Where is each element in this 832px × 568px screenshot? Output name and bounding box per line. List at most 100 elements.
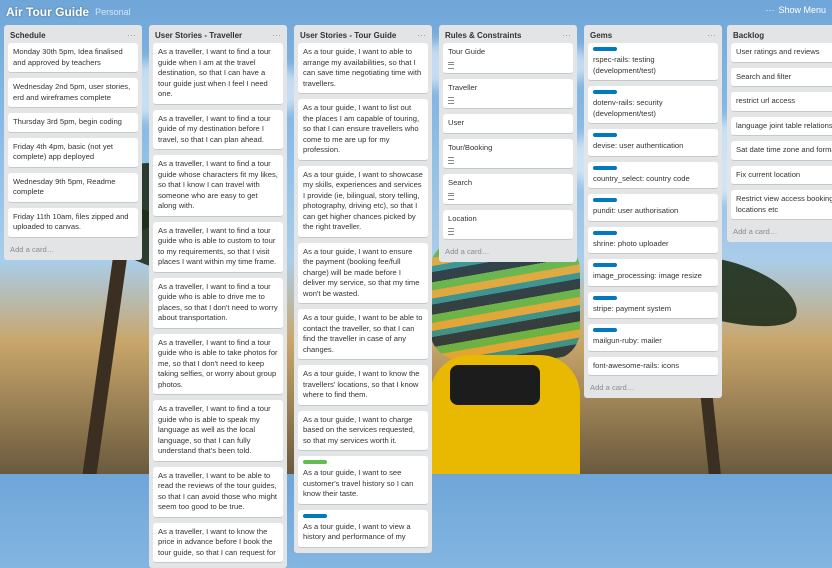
card[interactable]: As a traveller, I want to be able to rea… bbox=[153, 466, 283, 518]
card[interactable]: dotenv-rails: security (development/test… bbox=[588, 86, 718, 124]
add-card-button[interactable]: Add a card… bbox=[584, 381, 722, 398]
list-menu-icon[interactable]: ··· bbox=[272, 31, 281, 40]
add-card-button[interactable]: Add a card… bbox=[439, 245, 577, 262]
card[interactable]: pundit: user authorisation bbox=[588, 194, 718, 222]
add-card-button[interactable]: Add a card… bbox=[4, 243, 142, 260]
card[interactable]: language joint table relationship bbox=[731, 116, 832, 136]
list-title[interactable]: User Stories - Traveller bbox=[155, 31, 242, 40]
list-title[interactable]: User Stories - Tour Guide bbox=[300, 31, 396, 40]
card-title: font-awesome-rails: icons bbox=[593, 360, 680, 370]
card[interactable]: Friday 11th 10am, files zipped and uploa… bbox=[8, 207, 138, 238]
list-menu-icon[interactable]: ··· bbox=[417, 31, 426, 40]
card[interactable]: Search bbox=[443, 174, 573, 205]
card[interactable]: Location bbox=[443, 209, 573, 240]
card-title: country_select: country code bbox=[593, 173, 690, 183]
card[interactable]: As a tour guide, I want to showcase my s… bbox=[298, 165, 428, 238]
card[interactable]: As a tour guide, I want to see customer'… bbox=[298, 456, 428, 505]
card-title: Friday 4th 4pm, basic (not yet complete)… bbox=[13, 141, 114, 162]
card-title: Tour/Booking bbox=[448, 142, 493, 152]
description-icon bbox=[448, 97, 454, 104]
list-menu-icon[interactable]: ··· bbox=[707, 31, 716, 40]
list-header: User Stories - Traveller ··· bbox=[149, 25, 287, 43]
card[interactable]: Sat date time zone and format bbox=[731, 141, 832, 161]
list-2[interactable]: User Stories - Tour Guide ··· As a tour gu… bbox=[294, 25, 432, 553]
card[interactable]: stripe: payment system bbox=[588, 291, 718, 319]
card-title: stripe: payment system bbox=[593, 303, 672, 313]
list-5[interactable]: Backlog··· User ratings and reviews Search… bbox=[727, 25, 832, 242]
card-title: Sat date time zone and format bbox=[736, 145, 832, 154]
list-header: Rules & Constraints ··· bbox=[439, 25, 577, 43]
card[interactable]: Wednesday 9th 5pm, Readme complete bbox=[8, 172, 138, 203]
card[interactable]: font-awesome-rails: icons bbox=[588, 356, 718, 376]
card[interactable]: As a tour guide, I want to know the trav… bbox=[298, 365, 428, 406]
card[interactable]: As a tour guide, I want to able to arran… bbox=[298, 43, 428, 94]
list-title[interactable]: Rules & Constraints bbox=[445, 31, 521, 40]
card[interactable]: Thursday 3rd 5pm, begin coding bbox=[8, 113, 138, 133]
card[interactable]: As a tour guide, I want to charge based … bbox=[298, 410, 428, 451]
card-title: As a tour guide, I want to know the trav… bbox=[303, 369, 420, 399]
card-title: shrine: photo uploader bbox=[593, 238, 669, 248]
card[interactable]: User ratings and reviews bbox=[731, 43, 832, 63]
card-list: As a traveller, I want to find a tour gu… bbox=[149, 43, 287, 563]
list-menu-icon[interactable]: ··· bbox=[127, 31, 136, 40]
card[interactable]: restrict url access bbox=[731, 92, 832, 112]
card-title: As a traveller, I want to know the price… bbox=[158, 526, 276, 557]
card[interactable]: As a traveller, I want to find a tour gu… bbox=[153, 400, 283, 462]
card[interactable]: Restrict view access bookings locations … bbox=[731, 190, 832, 220]
card[interactable]: country_select: country code bbox=[588, 161, 718, 189]
card[interactable]: Traveller bbox=[443, 78, 573, 109]
card[interactable]: Monday 30th 5pm, Idea finalised and appr… bbox=[8, 43, 138, 73]
card[interactable]: As a traveller, I want to find a tour gu… bbox=[153, 333, 283, 395]
card[interactable]: As a traveller, I want to find a tour gu… bbox=[153, 43, 283, 105]
card[interactable]: As a tour guide, I want to ensure the pa… bbox=[298, 242, 428, 304]
list-title[interactable]: Gems bbox=[590, 31, 612, 40]
list-header: User Stories - Tour Guide ··· bbox=[294, 25, 432, 43]
card-title: Restrict view access bookings locations … bbox=[736, 194, 832, 214]
board-title[interactable]: Air Tour Guide bbox=[6, 5, 89, 19]
card[interactable]: Wednesday 2nd 5pm, user stories, erd and… bbox=[8, 78, 138, 108]
card[interactable]: As a traveller, I want to find a tour gu… bbox=[153, 277, 283, 329]
list-title[interactable]: Backlog bbox=[733, 31, 764, 40]
card[interactable]: As a traveller, I want to know the price… bbox=[153, 522, 283, 563]
card[interactable]: Fix current location bbox=[731, 165, 832, 185]
card[interactable]: Tour/Booking bbox=[443, 138, 573, 169]
card-label bbox=[593, 230, 617, 235]
card-title: image_processing: image resize bbox=[593, 271, 702, 280]
description-icon bbox=[448, 61, 454, 69]
card[interactable]: User bbox=[443, 114, 573, 134]
card-list: rspec-rails: testing (development/test) d… bbox=[584, 43, 722, 376]
card-list: Tour Guide Traveller User Tour/Booking Searc… bbox=[439, 43, 577, 240]
list-header: Gems ··· bbox=[584, 25, 722, 43]
card[interactable]: Tour Guide bbox=[443, 43, 573, 74]
list-menu-icon[interactable]: ··· bbox=[562, 31, 571, 40]
card-list: As a tour guide, I want to able to arran… bbox=[294, 43, 432, 548]
list-1[interactable]: User Stories - Traveller ··· As a travelle… bbox=[149, 25, 287, 568]
card-title: rspec-rails: testing (development/test) bbox=[593, 55, 656, 75]
card[interactable]: As a traveller, I want to find a tour gu… bbox=[153, 155, 283, 217]
card[interactable]: devise: user authentication bbox=[588, 129, 718, 157]
board-header: Air Tour Guide Personal ··· Show Menu bbox=[0, 0, 832, 24]
board-team[interactable]: Personal bbox=[95, 7, 131, 17]
card[interactable]: As a traveller, I want to find a tour gu… bbox=[153, 109, 283, 150]
card[interactable]: As a traveller, I want to find a tour gu… bbox=[153, 221, 283, 273]
card[interactable]: As a tour guide, I want to be able to co… bbox=[298, 309, 428, 360]
card-title: As a traveller, I want to find a tour gu… bbox=[158, 113, 271, 144]
card[interactable]: rspec-rails: testing (development/test) bbox=[588, 43, 718, 81]
show-menu-button[interactable]: ··· Show Menu bbox=[765, 5, 826, 15]
list-4[interactable]: Gems ··· rspec-rails: testing (development… bbox=[584, 25, 722, 398]
card[interactable]: Search and filter bbox=[731, 67, 832, 87]
list-3[interactable]: Rules & Constraints ··· Tour Guide Travelle… bbox=[439, 25, 577, 262]
card[interactable]: As a tour guide, I want to view a histor… bbox=[298, 509, 428, 548]
card-title: As a tour guide, I want to view a histor… bbox=[303, 521, 411, 542]
card[interactable]: As a tour guide, I want to list out the … bbox=[298, 99, 428, 161]
list-title[interactable]: Schedule bbox=[10, 31, 46, 40]
card-title: pundit: user authorisation bbox=[593, 206, 679, 215]
list-0[interactable]: Schedule ··· Monday 30th 5pm, Idea finalis… bbox=[4, 25, 142, 260]
card[interactable]: shrine: photo uploader bbox=[588, 226, 718, 254]
card[interactable]: Friday 4th 4pm, basic (not yet complete)… bbox=[8, 137, 138, 168]
dots-icon: ··· bbox=[765, 5, 775, 15]
card[interactable]: image_processing: image resize bbox=[588, 259, 718, 287]
card-label bbox=[303, 460, 327, 464]
add-card-button[interactable]: Add a card… bbox=[727, 225, 832, 242]
card[interactable]: mailgun-ruby: mailer bbox=[588, 324, 718, 352]
